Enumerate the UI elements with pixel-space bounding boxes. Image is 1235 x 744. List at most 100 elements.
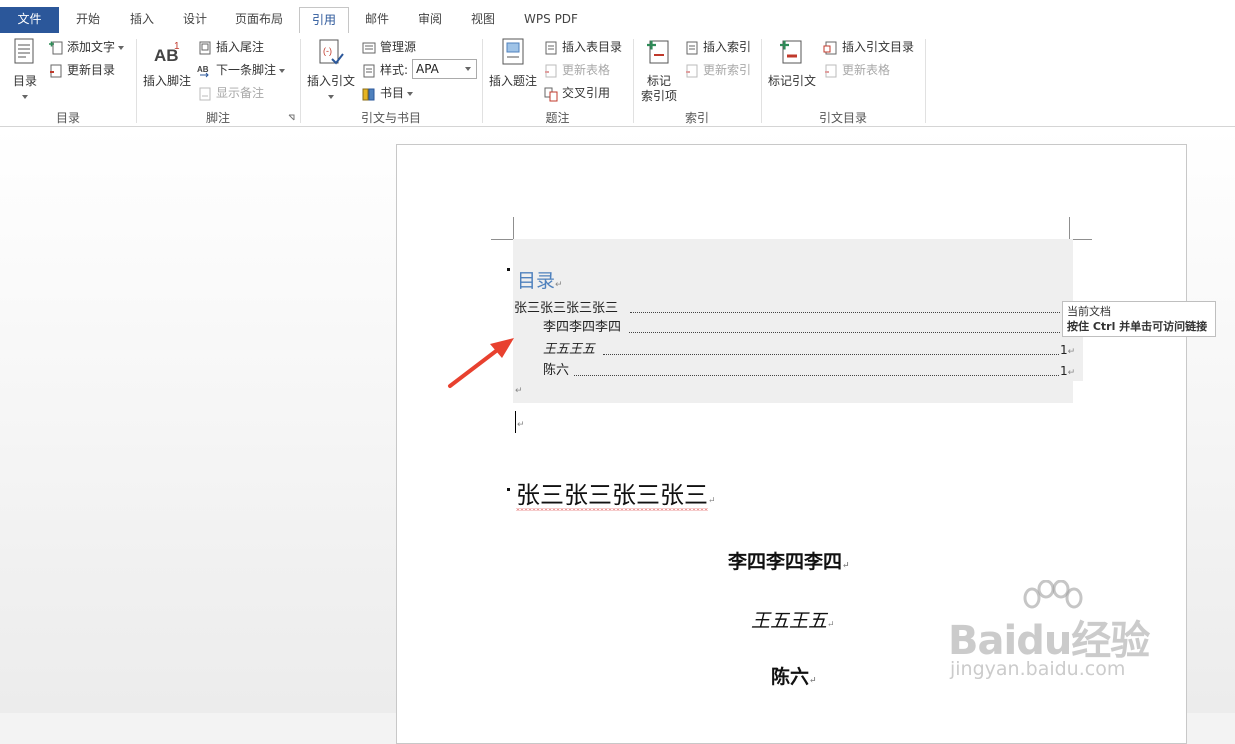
heading-1[interactable]: 张三张三张三张三↵ <box>516 475 716 510</box>
style-select[interactable]: APA <box>412 59 477 79</box>
tab-wps-pdf[interactable]: WPS PDF <box>512 7 590 33</box>
tab-references[interactable]: 引用 <box>299 7 349 34</box>
toc-page-number: 1↵ <box>1060 362 1075 380</box>
mark-entry-button[interactable]: 标记 索引项 <box>637 37 681 104</box>
paragraph-mark: ↵ <box>708 496 716 506</box>
insert-table-of-figures-button[interactable]: 插入表目录 <box>543 37 622 57</box>
heading-4[interactable]: 陈六↵ <box>771 662 817 689</box>
tab-view[interactable]: 视图 <box>458 7 508 33</box>
tab-insert[interactable]: 插入 <box>117 7 167 33</box>
tooltip-line-2: 按住 Ctrl 并单击可访问链接 <box>1067 320 1208 333</box>
cross-reference-label: 交叉引用 <box>562 86 611 100</box>
toc-entry[interactable]: 张三张三张三张三 <box>514 300 618 318</box>
next-footnote-button[interactable]: AB 下一条脚注 <box>197 60 286 80</box>
mark-entry-label-1: 标记 <box>646 74 671 88</box>
paragraph-mark: ↵ <box>1067 368 1076 378</box>
show-notes-label: 显示备注 <box>216 86 265 100</box>
document-list-icon <box>14 38 34 64</box>
toc-title-text: 目录 <box>517 270 556 292</box>
insert-citation-button[interactable]: (-) 插入引文 <box>304 37 358 104</box>
heading-3[interactable]: 王五王五↵ <box>751 606 835 633</box>
toc-leader <box>630 312 1060 313</box>
watermark-url: jingyan.baidu.com <box>950 658 1126 680</box>
update-icon <box>825 64 837 77</box>
update-table-label: 更新表格 <box>562 63 611 77</box>
style-select-value: APA <box>416 62 439 76</box>
svg-text:(-): (-) <box>323 46 332 56</box>
mark-citation-icon <box>780 40 802 64</box>
next-footnote-icon: AB <box>197 65 209 77</box>
chevron-down-icon <box>279 68 286 73</box>
toc-page-number-text: 1 <box>1060 343 1068 357</box>
paragraph-mark: ↵ <box>517 420 525 430</box>
mark-citation-button[interactable]: 标记引文 <box>765 37 819 89</box>
paragraph-mark: ↵ <box>555 280 563 290</box>
tab-file[interactable]: 文件 <box>0 7 59 33</box>
group-divider <box>925 39 926 123</box>
insert-citation-label: 插入引文 <box>306 74 355 88</box>
toc-leader <box>603 354 1059 355</box>
update-toc-button[interactable]: 更新目录 <box>48 60 115 80</box>
tooltip-line-1: 当前文档 <box>1067 305 1111 318</box>
tab-mailings[interactable]: 邮件 <box>352 7 402 33</box>
add-text-label: 添加文字 <box>67 40 116 54</box>
manage-sources-label: 管理源 <box>380 40 417 54</box>
bibliography-button[interactable]: 书目 <box>361 83 414 103</box>
toc-entry[interactable]: 王五王五 <box>543 341 595 359</box>
annotation-arrow-icon <box>448 338 514 388</box>
tab-page-layout[interactable]: 页面布局 <box>224 7 294 33</box>
chevron-down-icon <box>465 67 471 71</box>
mark-citation-label: 标记引文 <box>767 74 816 88</box>
group-label-footnote: 脚注 <box>205 111 230 125</box>
heading-2[interactable]: 李四李四李四↵ <box>728 547 850 574</box>
insert-endnote-button[interactable]: 插入尾注 <box>197 37 264 57</box>
toc-button-label: 目录 <box>12 74 37 88</box>
heading-4-text: 陈六 <box>771 666 810 688</box>
tab-home[interactable]: 开始 <box>63 7 113 33</box>
svg-text:1: 1 <box>174 41 180 52</box>
add-text-button[interactable]: 添加文字 <box>48 37 125 57</box>
tab-design[interactable]: 设计 <box>170 7 220 33</box>
toc-entry[interactable]: 李四李四李四 <box>543 319 621 337</box>
insert-endnote-label: 插入尾注 <box>216 40 265 54</box>
insert-table-of-authorities-label: 插入引文目录 <box>842 40 915 54</box>
crop-mark <box>1069 217 1070 239</box>
insert-table-of-authorities-button[interactable]: 插入引文目录 <box>823 37 914 57</box>
cross-reference-button[interactable]: 交叉引用 <box>543 83 610 103</box>
toc-entry-text: 张三张三张三张三 <box>514 301 619 316</box>
bibliography-label: 书目 <box>380 86 405 100</box>
svg-text:AB: AB <box>197 65 209 74</box>
toc-title: 目录↵ <box>517 266 563 293</box>
dialog-launcher-icon[interactable] <box>288 114 296 122</box>
toc-entry[interactable]: 陈六 <box>543 362 569 380</box>
update-authorities-button[interactable]: 更新表格 <box>823 60 890 80</box>
insert-footnote-button[interactable]: AB 1 插入脚注 <box>140 37 194 89</box>
tab-review[interactable]: 审阅 <box>405 7 455 33</box>
paragraph-mark: ↵ <box>1067 347 1076 357</box>
table-of-authorities-icon <box>823 41 837 54</box>
manage-sources-icon <box>362 42 376 53</box>
insert-caption-label: 插入题注 <box>488 74 537 88</box>
insert-caption-button[interactable]: 插入题注 <box>486 37 540 89</box>
show-notes-button[interactable]: 显示备注 <box>197 83 264 103</box>
citation-icon: (-) <box>319 39 344 65</box>
index-icon <box>686 41 698 54</box>
update-table-button[interactable]: 更新表格 <box>543 60 610 80</box>
toc-button[interactable]: 目录 <box>6 37 44 104</box>
update-icon <box>545 64 557 77</box>
heading-2-text: 李四李四李四 <box>728 551 843 573</box>
text-cursor <box>515 411 516 433</box>
baidu-watermark: Baidu经验 jingyan.baidu.com <box>948 580 1188 690</box>
chevron-down-icon <box>328 94 334 99</box>
paragraph-mark: ↵ <box>809 676 817 686</box>
bibliography-icon <box>362 88 375 100</box>
style-row: 样式: <box>361 60 408 80</box>
toc-entry-text: 王五王五 <box>543 342 596 357</box>
insert-index-button[interactable]: 插入索引 <box>684 37 751 57</box>
update-index-label: 更新索引 <box>703 63 752 77</box>
update-index-button[interactable]: 更新索引 <box>684 60 751 80</box>
manage-sources-button[interactable]: 管理源 <box>361 37 416 57</box>
style-label: 样式: <box>380 63 409 77</box>
endnote-icon <box>199 41 211 54</box>
table-of-figures-icon <box>545 41 557 54</box>
